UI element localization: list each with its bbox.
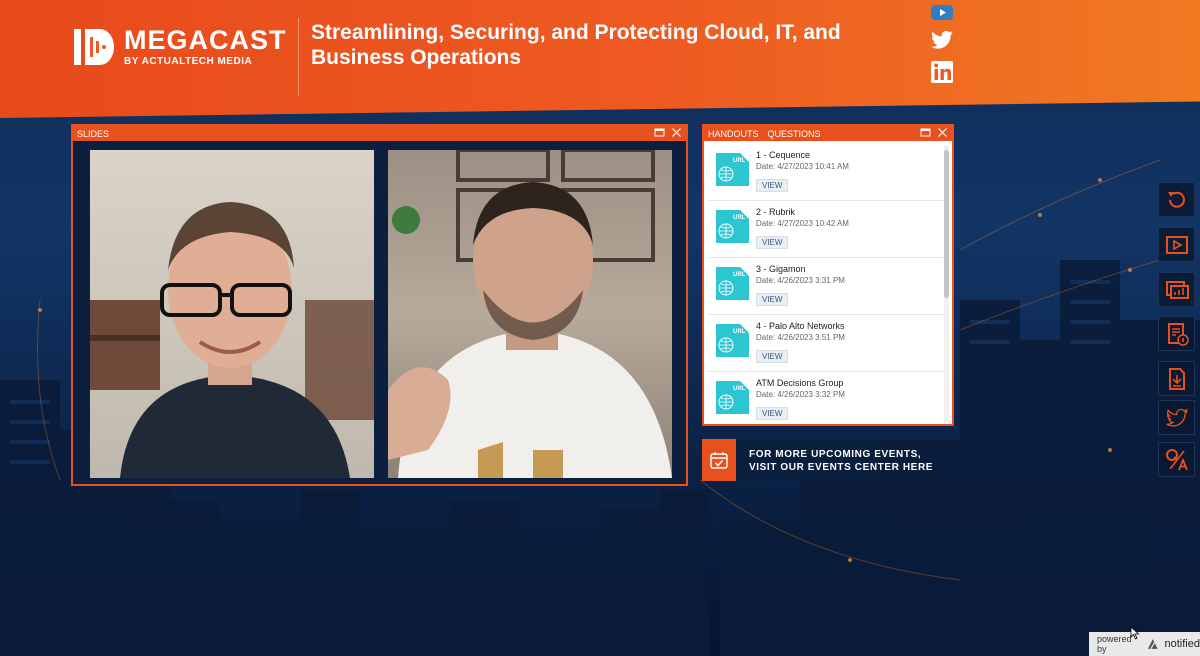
tab-handouts[interactable]: HANDOUTS [708,129,759,139]
handouts-list: URL 1 - Cequence Date: 4/27/2023 10:41 A… [708,144,944,424]
twitter-icon[interactable] [928,28,956,52]
info-icon [1167,322,1189,346]
refresh-button[interactable] [1158,182,1195,217]
event-title-line2: Business Operations [311,46,522,69]
download-button[interactable] [1158,361,1195,396]
header-divider [298,18,299,96]
powered-by-brand: notified [1164,638,1200,650]
view-button[interactable]: VIEW [756,236,789,249]
view-button[interactable]: VIEW [756,407,789,420]
qa-button[interactable] [1158,442,1195,477]
event-title-line1: Streamlining, Securing, and Protecting C… [311,21,841,44]
url-icon-label: URL [733,215,746,221]
header-banner: MEGACAST BY ACTUALTECH MEDIA Streamlinin… [0,0,1200,118]
view-button[interactable]: VIEW [756,293,789,306]
url-icon: URL [716,267,749,300]
handout-date: Date: 4/26/2023 3:32 PM [756,390,845,399]
handout-title: 4 - Palo Alto Networks [756,321,845,331]
slides-panel-title: SLIDES [77,128,110,139]
handout-title: 2 - Rubrik [756,207,796,217]
url-icon-label: URL [733,272,746,278]
events-text-line1: FOR MORE UPCOMING EVENTS, [749,449,922,460]
events-center-banner[interactable]: FOR MORE UPCOMING EVENTS, VISIT OUR EVEN… [702,439,953,481]
slides-panel-titlebar: SLIDES [73,126,686,141]
download-icon [1168,367,1185,390]
speaker-left-image [90,202,374,478]
handout-date: Date: 4/27/2023 10:41 AM [756,162,849,171]
url-icon: URL [716,324,749,357]
calendar-icon [702,439,736,481]
megacast-logo[interactable]: MEGACAST BY ACTUALTECH MEDIA [74,26,287,67]
megacast-logo-icon [74,28,114,65]
logo-name: MEGACAST [124,25,287,55]
speaker-right-image [388,150,672,478]
linkedin-icon[interactable] [928,60,956,84]
maximize-icon[interactable] [920,127,931,138]
twitter-icon [1165,407,1188,427]
close-icon[interactable] [671,127,682,138]
list-item[interactable]: URL 3 - Gigamon Date: 4/26/2023 3:31 PM … [708,258,944,315]
handout-title: 1 - Cequence [756,150,811,160]
list-item[interactable]: URL 4 - Palo Alto Networks Date: 4/26/20… [708,315,944,372]
slides-panel: SLIDES [71,124,688,486]
scrollbar-thumb[interactable] [944,150,949,298]
speaker-video-right [388,150,672,478]
handout-title: ATM Decisions Group [756,378,844,388]
handouts-panel: HANDOUTS QUESTIONS URL 1 - Cequence Date… [702,124,954,426]
url-icon-label: URL [733,158,746,164]
list-item[interactable]: URL ATM Decisions Group Date: 4/26/2023 … [708,372,944,424]
logo-subtitle: BY ACTUALTECH MEDIA [124,56,253,67]
events-text-line2: VISIT OUR EVENTS CENTER HERE [749,462,934,473]
refresh-icon [1167,191,1185,208]
mouse-cursor-icon [1130,626,1140,640]
powered-by-badge[interactable]: powered by notified [1089,632,1200,656]
events-text: FOR MORE UPCOMING EVENTS, VISIT OUR EVEN… [749,448,933,474]
slides-icon [1165,280,1189,299]
handout-date: Date: 4/27/2023 10:42 AM [756,219,849,228]
url-icon-label: URL [733,386,746,392]
event-title: Streamlining, Securing, and Protecting C… [311,20,901,70]
tab-questions[interactable]: QUESTIONS [768,129,821,139]
url-icon: URL [716,210,749,243]
url-icon: URL [716,153,749,186]
view-button[interactable]: VIEW [756,179,789,192]
handout-date: Date: 4/26/2023 3:31 PM [756,276,845,285]
close-icon[interactable] [937,127,948,138]
handouts-panel-titlebar: HANDOUTS QUESTIONS [704,126,952,141]
list-item[interactable]: URL 2 - Rubrik Date: 4/27/2023 10:42 AM … [708,201,944,258]
view-button[interactable]: VIEW [756,350,789,363]
info-button[interactable] [1158,316,1195,351]
url-icon-label: URL [733,329,746,335]
play-icon [1165,235,1188,254]
handout-date: Date: 4/26/2023 3:51 PM [756,333,845,342]
notified-logo-icon [1147,639,1158,650]
speaker-video-left [90,150,374,478]
list-item[interactable]: URL 1 - Cequence Date: 4/27/2023 10:41 A… [708,144,944,201]
handouts-scrollbar[interactable] [944,146,949,422]
youtube-icon[interactable] [928,2,956,26]
qa-icon [1165,448,1188,470]
handout-title: 3 - Gigamon [756,264,806,274]
maximize-icon[interactable] [654,127,665,138]
url-icon: URL [716,381,749,414]
play-button[interactable] [1158,227,1195,262]
slides-button[interactable] [1158,272,1195,307]
twitter-share-button[interactable] [1158,400,1195,435]
